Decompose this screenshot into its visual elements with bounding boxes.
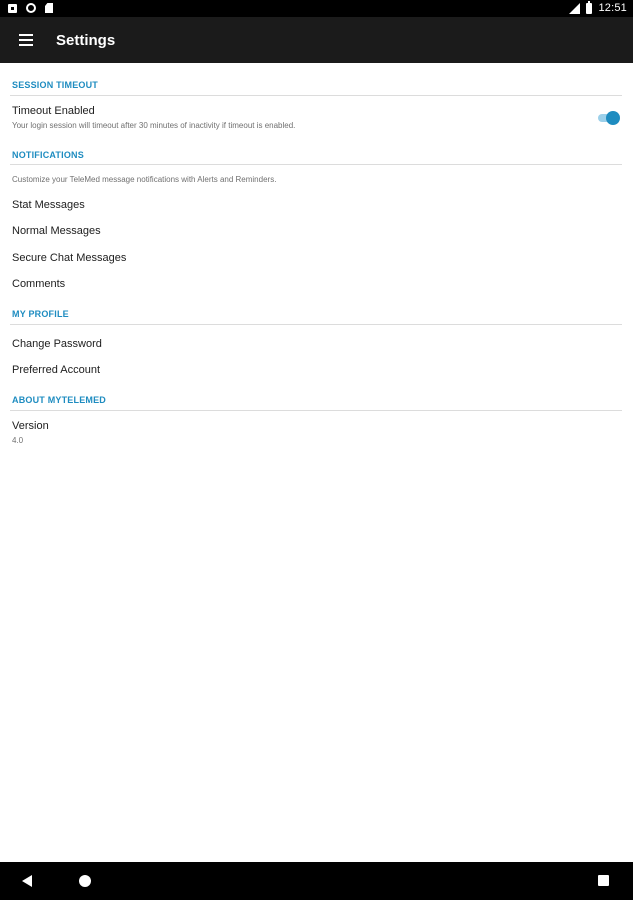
section-header-about: ABOUT MYTELEMED xyxy=(12,395,106,405)
timeout-enabled-summary: Your login session will timeout after 30… xyxy=(12,121,296,130)
version-title: Version xyxy=(12,420,49,432)
notification-item-normal-messages[interactable]: Normal Messages xyxy=(12,225,101,237)
divider xyxy=(10,164,622,165)
navigation-bar xyxy=(0,862,633,900)
battery-icon xyxy=(586,0,593,14)
divider xyxy=(10,324,622,325)
timeout-toggle[interactable] xyxy=(596,111,620,125)
divider xyxy=(10,95,622,96)
toggle-thumb xyxy=(606,111,620,125)
page-title: Settings xyxy=(56,32,116,49)
signal-icon xyxy=(569,2,581,14)
timeout-enabled-title[interactable]: Timeout Enabled xyxy=(12,105,95,117)
hamburger-menu-icon[interactable] xyxy=(19,34,33,46)
app-bar: Settings xyxy=(0,17,633,63)
section-header-notifications: NOTIFICATIONS xyxy=(12,150,84,160)
sync-circle-icon xyxy=(26,3,36,13)
sd-card-icon xyxy=(45,3,53,13)
profile-item-change-password[interactable]: Change Password xyxy=(12,338,102,350)
notification-item-secure-chat-messages[interactable]: Secure Chat Messages xyxy=(12,252,126,264)
recents-icon[interactable] xyxy=(598,875,609,886)
status-time: 12:51 xyxy=(598,2,627,14)
section-header-session-timeout: SESSION TIMEOUT xyxy=(12,80,99,90)
notification-item-comments[interactable]: Comments xyxy=(12,278,65,290)
version-value: 4.0 xyxy=(12,436,24,445)
profile-item-preferred-account[interactable]: Preferred Account xyxy=(12,364,100,376)
section-header-my-profile: MY PROFILE xyxy=(12,309,69,319)
home-icon[interactable] xyxy=(79,875,91,887)
status-bar: 12:51 xyxy=(0,0,633,17)
notification-square-icon xyxy=(8,3,17,13)
notifications-description: Customize your TeleMed message notificat… xyxy=(12,175,277,184)
back-icon[interactable] xyxy=(22,875,32,887)
divider xyxy=(10,410,622,411)
notification-item-stat-messages[interactable]: Stat Messages xyxy=(12,199,85,211)
